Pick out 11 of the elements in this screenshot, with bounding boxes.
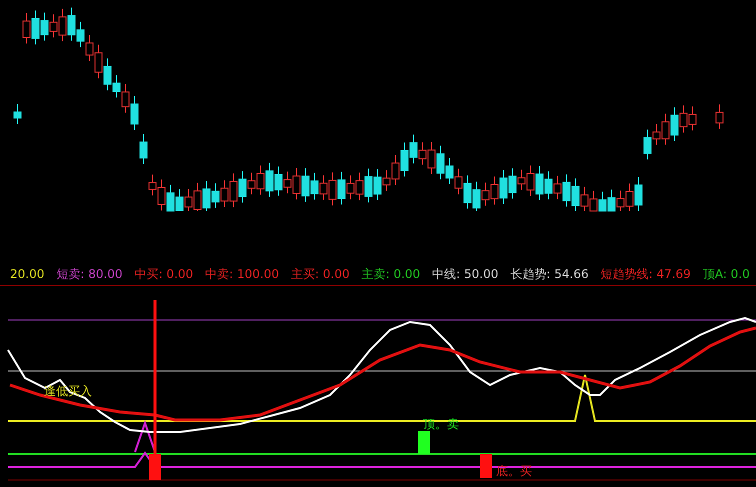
indicator-value: 顶A: 0.0 (702, 266, 750, 282)
signal-label: 底。买 (496, 463, 532, 480)
indicator-value: 主买: 0.00 (291, 266, 350, 282)
indicator-value: 主卖: 0.00 (362, 266, 420, 282)
indicator-value: 中卖: 100.00 (205, 266, 280, 282)
indicator-value: 短趋势线: 47.69 (600, 266, 691, 282)
indicator-value: 中买: 0.00 (134, 266, 194, 282)
indicator-value: 长趋势: 54.66 (510, 266, 589, 282)
indicator-value: 20.00 (10, 266, 44, 282)
indicator-value: 短卖: 80.00 (56, 266, 123, 282)
indicator-value: 中线: 50.00 (432, 266, 498, 282)
